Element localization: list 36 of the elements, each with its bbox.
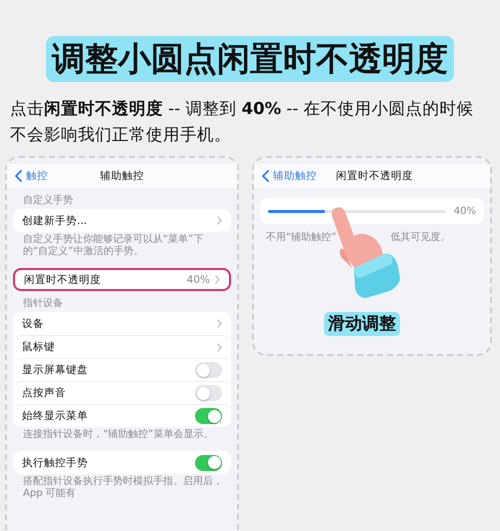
slider-value: 40%: [454, 206, 476, 216]
highlighted-setting-row[interactable]: 闲置时不透明度 40%: [13, 268, 231, 291]
row-label: 始终显示菜单: [22, 409, 89, 423]
toggle-switch[interactable]: [195, 408, 222, 424]
section-footer: 自定义手势让你能够记录可以从“菜单”下的“自定义”中激活的手势。: [23, 234, 227, 258]
back-button[interactable]: 触控: [15, 169, 48, 183]
screen-title: 辅助触控: [100, 170, 144, 182]
screen-title: 闲置时不透明度: [336, 170, 413, 182]
row-value: 40%: [186, 274, 210, 286]
toggle-switch[interactable]: [195, 362, 222, 378]
row-label: 执行触控手势: [22, 456, 89, 470]
row-label: 创建新手势...: [22, 214, 88, 228]
row-label: 点按声音: [22, 386, 67, 400]
hint-text: 低其可见度。: [390, 230, 450, 244]
row-label: 鼠标键: [22, 340, 56, 354]
chevron-icon: [217, 319, 222, 328]
section-header: 自定义手势: [23, 195, 74, 207]
chevron-left-icon: [262, 170, 269, 182]
row-label: 显示屏幕键盘: [22, 363, 89, 377]
headline: 调整小圆点闲置时不透明度: [46, 36, 454, 82]
chevron-icon: [217, 216, 222, 225]
opacity-slider[interactable]: [268, 210, 446, 212]
toggle-switch[interactable]: [195, 385, 222, 401]
section-footer: 搭配指针设备执行手势时模拟手指。启用后，App 可能有: [23, 476, 227, 500]
back-button[interactable]: 辅助触控: [262, 169, 317, 183]
row-label: 闲置时不透明度: [24, 272, 102, 286]
intro-paragraph: 点击闲置时不透明度 -- 调整到 40% -- 在不使用小圆点的时候不会影响我们正常使用手机。: [10, 98, 475, 146]
chevron-icon: [215, 275, 220, 284]
chevron-icon: [217, 342, 222, 352]
section-header: 指针设备: [23, 298, 64, 310]
hint-text: 不用“辅助触控”: [266, 230, 336, 244]
chevron-left-icon: [15, 170, 22, 182]
row-label: 设备: [22, 316, 45, 330]
caption-label: 滑动调整: [324, 312, 400, 336]
section-footer: 连接指针设备时，“辅助触控”菜单会显示。: [23, 429, 227, 441]
toggle-switch[interactable]: [195, 454, 222, 470]
